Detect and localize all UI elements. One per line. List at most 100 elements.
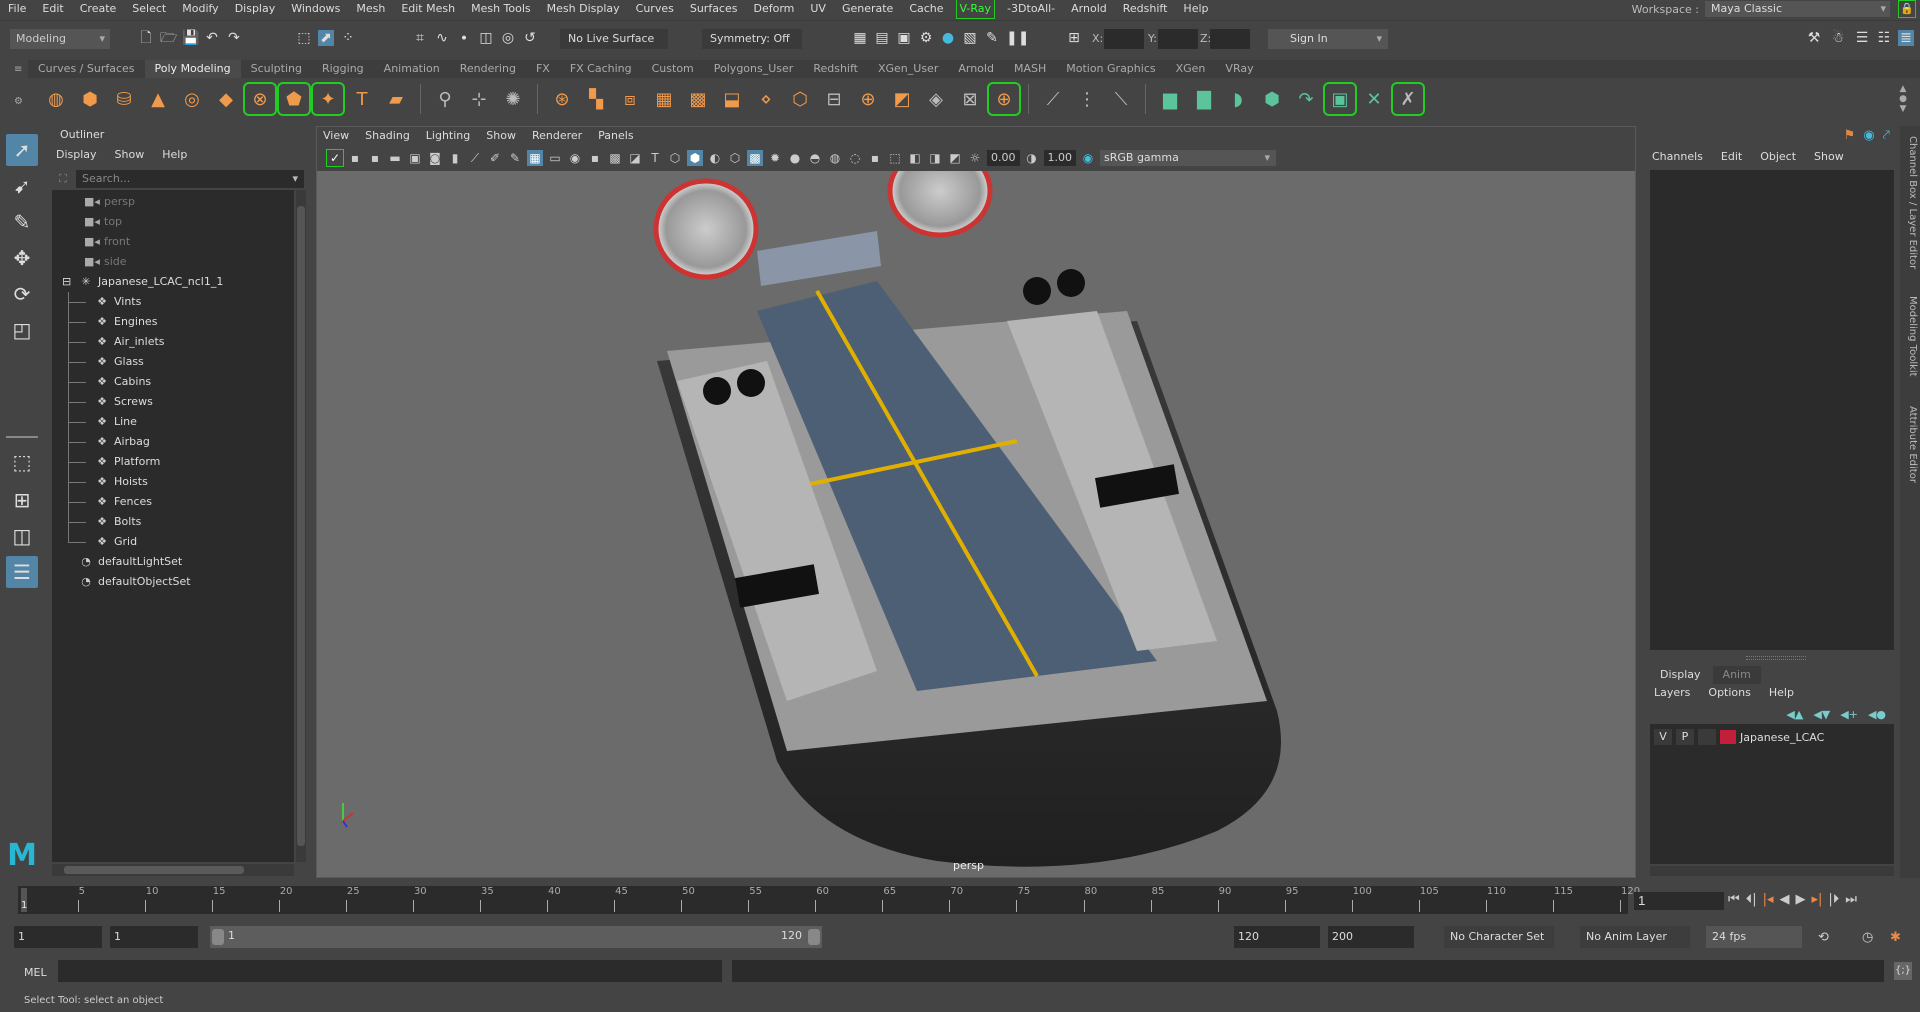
textured-icon[interactable]: ▩ [747,150,763,166]
field-chart-icon[interactable]: ▩ [607,150,623,166]
super-shape-icon[interactable]: ✦ [311,82,345,116]
loop-icon[interactable]: ⟲ [1818,930,1829,945]
command-input[interactable] [58,960,722,982]
shelf-scroll-arrows[interactable]: ▲ ● ▼ [1896,84,1910,114]
channel-box-refresh-icon[interactable]: ◉ [1863,128,1874,143]
anim-layer-dropdown[interactable]: No Anim Layer [1580,926,1690,948]
motion-blur-icon[interactable]: ◍ [827,150,843,166]
menu-redshift[interactable]: Redshift [1115,0,1176,18]
grease-pencil-frame-icon[interactable]: ✎ [507,150,523,166]
poly-disc-icon[interactable]: ⊗ [243,82,277,116]
menu-3dtoall[interactable]: -3DtoAll- [999,0,1063,18]
new-scene-icon[interactable]: 🗋 [138,30,154,46]
layer-visibility-toggle[interactable]: V [1654,729,1672,745]
character-set-dropdown[interactable]: No Character Set [1444,926,1554,948]
snap-surface-icon[interactable]: ◎ [500,30,516,46]
center-pivot-icon[interactable]: ✺ [499,85,527,113]
new-layer-selected-icon[interactable]: ◀● [1868,708,1886,721]
two-d-pan-icon[interactable]: ⟋ [467,150,483,166]
open-scene-icon[interactable]: 🗁 [160,30,177,46]
outliner-vertical-scrollbar[interactable] [296,190,306,862]
uv-shell-icon[interactable]: ✕ [1360,85,1388,113]
shelf-tab-curves-surfaces[interactable]: Curves / Surfaces [28,60,145,78]
outliner-camera-front[interactable]: ■◂ front [84,232,130,252]
viewport-menu-lighting[interactable]: Lighting [426,129,470,142]
sign-in-button[interactable]: Sign In [1268,29,1388,49]
snap-curve-icon[interactable]: ∿ [434,30,450,46]
shelf-tab-animation[interactable]: Animation [374,60,450,78]
single-perspective-layout-icon[interactable]: ⬚ [6,446,38,478]
collapse-toggle-icon[interactable]: ⊟ [62,272,71,292]
wireframe-on-shaded-icon[interactable]: ⬡ [727,150,743,166]
mirror-icon[interactable]: ⧈ [616,85,644,113]
type-tool-icon[interactable]: T [348,85,376,113]
camera-attributes-icon[interactable]: ▪ [367,150,383,166]
outliner-search-input[interactable]: Search... [76,170,304,188]
filter-icon[interactable]: ⛶ [54,170,72,188]
target-weld-icon[interactable]: ⊠ [956,85,984,113]
menu-v-ray[interactable]: V-Ray [955,0,996,19]
color-space-dropdown[interactable]: sRGB gamma [1100,150,1276,166]
snap-pivot-icon[interactable]: ↺ [522,30,538,46]
shelf-tab-fx-caching[interactable]: FX Caching [560,60,642,78]
snap-view-plane-icon[interactable]: ◫ [478,30,494,46]
image-plane-icon[interactable]: ▮ [447,150,463,166]
fps-dropdown[interactable]: 24 fps [1706,926,1802,948]
side-tab-attribute-editor[interactable]: Attribute Editor [1902,406,1918,483]
anti-aliasing-icon[interactable]: ◌ [847,150,863,166]
menu-uv[interactable]: UV [802,0,834,18]
render-setup-icon[interactable]: ▧ [962,30,978,46]
light-editor-icon[interactable]: ✎ [984,30,1000,46]
transform-input-icon[interactable]: ⊞ [1066,30,1082,46]
animation-end-field[interactable]: 200 [1328,926,1414,948]
bookmark-icon[interactable]: ▬ [387,150,403,166]
shelf-tab-sculpting[interactable]: Sculpting [241,60,312,78]
poly-sphere-icon[interactable]: ◍ [42,85,70,113]
isolate-select-icon[interactable]: ⬚ [887,150,903,166]
uv-project-plane-icon[interactable]: ▆ [1156,85,1184,113]
menu-mesh-display[interactable]: Mesh Display [539,0,628,18]
menu-mesh-tools[interactable]: Mesh Tools [463,0,539,18]
animation-start-field[interactable]: 1 [14,926,102,948]
safe-action-icon[interactable]: ◪ [627,150,643,166]
platonic-solid-icon[interactable]: ⬟ [277,82,311,116]
multi-cut-icon[interactable]: ⊕ [854,85,882,113]
uv-automatic-icon[interactable]: ⬢ [1258,85,1286,113]
insert-edge-loop-icon[interactable]: ⊟ [820,85,848,113]
layer-row[interactable]: V P Japanese_LCAC [1654,728,1890,746]
exposure-field[interactable]: 0.00 [987,150,1020,166]
viewport-menu-view[interactable]: View [323,129,349,142]
shelf-tab-vray[interactable]: VRay [1215,60,1263,78]
bevel-icon[interactable]: ⬡ [786,85,814,113]
auto-key-icon[interactable]: ◷ [1862,930,1873,945]
layer-playback-toggle[interactable]: P [1676,729,1694,745]
camera-select-icon[interactable]: ▪ [347,150,363,166]
outliner-camera-persp[interactable]: ■◂ persp [84,192,135,212]
uv-layout-icon[interactable]: ▣ [1323,82,1357,116]
outliner-item-platform[interactable]: ❖ Platform [94,452,160,472]
poly-torus-icon[interactable]: ◎ [178,85,206,113]
uv-project-sphere-icon[interactable]: ◗ [1224,85,1252,113]
channel-menu-channels[interactable]: Channels [1652,150,1703,163]
outliner-menu-display[interactable]: Display [56,148,97,161]
uv-toolkit-icon[interactable]: ✗ [1391,82,1425,116]
channel-box-graph-icon[interactable]: ⤤ [1883,128,1890,143]
outliner-layout-icon[interactable]: ☰ [6,556,38,588]
select-object-icon[interactable]: ⬈ [318,30,334,46]
xray-joints-icon[interactable]: ◨ [927,150,943,166]
step-forward-key-icon[interactable]: ▸| [1812,892,1823,907]
shadows-icon[interactable]: ● [787,150,803,166]
outliner-camera-top[interactable]: ■◂ top [84,212,122,232]
step-back-key-icon[interactable]: |◂ [1763,892,1774,907]
attribute-editor-icon[interactable]: ☰ [1854,30,1870,46]
menu-windows[interactable]: Windows [283,0,348,18]
shelf-tab-poly-modeling[interactable]: Poly Modeling [144,60,241,78]
go-to-start-icon[interactable]: ⏮ [1728,892,1740,907]
channel-menu-show[interactable]: Show [1814,150,1844,163]
anim-prefs-icon[interactable]: ✱ [1890,930,1901,945]
panel-splitter[interactable] [1746,656,1806,660]
viewport-menu-panels[interactable]: Panels [598,129,633,142]
default-material-icon[interactable]: ◐ [707,150,723,166]
outliner-camera-side[interactable]: ■◂ side [84,252,127,272]
gate-mask-icon[interactable]: ▪ [587,150,603,166]
